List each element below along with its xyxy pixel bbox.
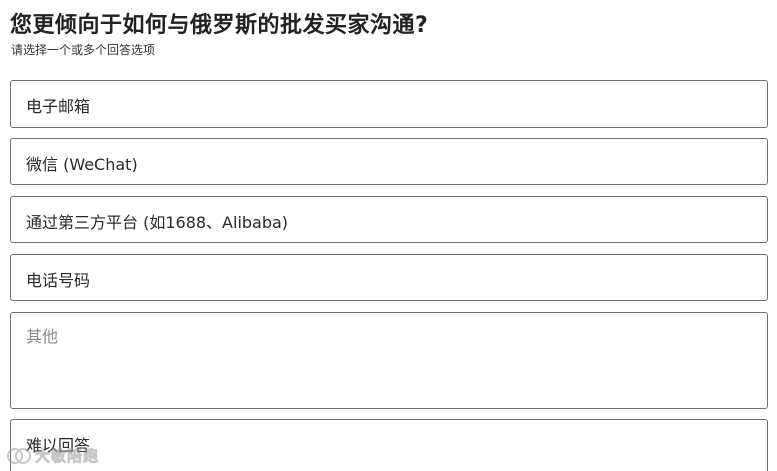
question-title: 您更倾向于如何与俄罗斯的批发买家沟通?: [10, 13, 429, 38]
option-email[interactable]: 电子邮箱: [10, 80, 768, 128]
option-third-party-platform[interactable]: 通过第三方平台 (如1688、Alibaba): [10, 196, 768, 243]
option-label: 电子邮箱: [26, 97, 91, 116]
option-phone-number[interactable]: 电话号码: [10, 254, 768, 301]
other-answer-input[interactable]: [10, 312, 768, 409]
option-label: 电话号码: [26, 271, 91, 290]
question-hint: 请选择一个或多个回答选项: [11, 43, 156, 57]
option-hard-to-say[interactable]: 难以回答: [10, 419, 768, 471]
option-label: 微信 (WeChat): [26, 155, 138, 174]
option-label: 难以回答: [26, 436, 91, 455]
option-wechat[interactable]: 微信 (WeChat): [10, 138, 768, 185]
survey-question-page: 您更倾向于如何与俄罗斯的批发买家沟通? 请选择一个或多个回答选项 电子邮箱 微信…: [0, 0, 777, 471]
option-label: 通过第三方平台 (如1688、Alibaba): [26, 213, 289, 232]
